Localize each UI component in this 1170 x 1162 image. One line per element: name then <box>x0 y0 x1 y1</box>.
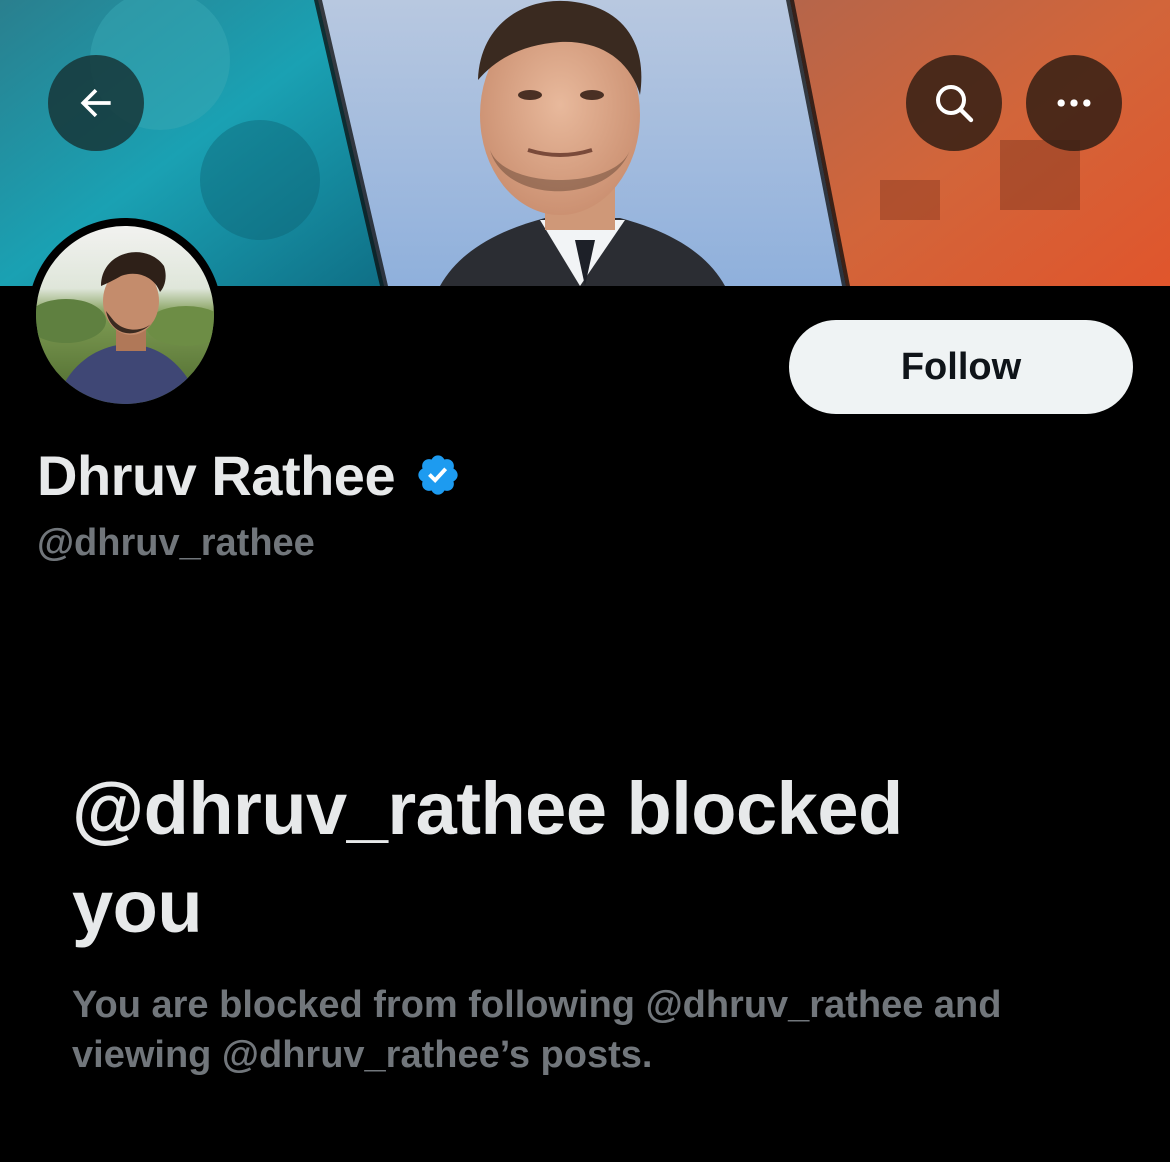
blocked-title: @dhruv_rathee blocked you <box>72 767 903 948</box>
more-horizontal-icon <box>1057 99 1091 107</box>
arrow-left-icon <box>80 88 111 118</box>
verified-badge-icon[interactable] <box>415 452 461 498</box>
display-name: Dhruv Rathee <box>37 443 396 507</box>
back-button[interactable] <box>48 55 144 151</box>
more-button[interactable] <box>1026 55 1122 151</box>
profile-handle: @dhruv_rathee <box>37 522 315 564</box>
search-icon <box>936 85 974 123</box>
follow-button[interactable]: Follow <box>789 320 1133 414</box>
search-button[interactable] <box>906 55 1002 151</box>
avatar[interactable] <box>28 218 222 412</box>
blocked-description: You are blocked from following @dhruv_ra… <box>72 984 1002 1076</box>
avatar-image <box>36 226 214 404</box>
profile-name-row: Dhruv Rathee <box>37 440 461 510</box>
